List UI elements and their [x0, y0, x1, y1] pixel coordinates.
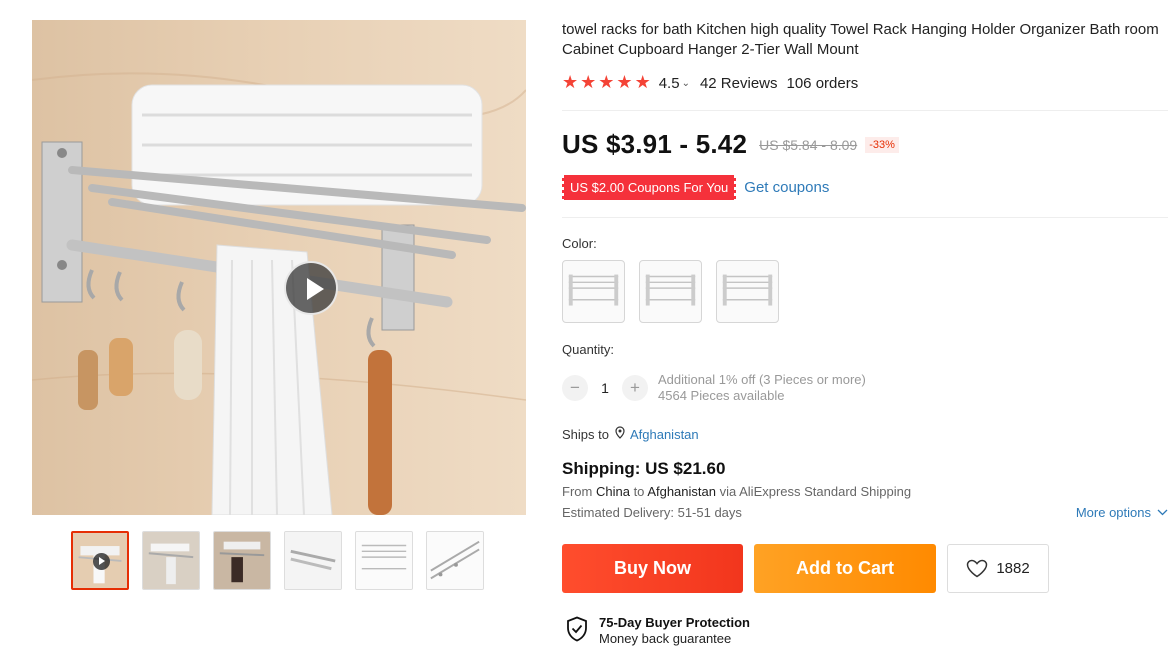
- star-icon: ★: [634, 72, 651, 93]
- star-icon: ★: [562, 72, 579, 93]
- quantity-decrease-button[interactable]: −: [562, 375, 588, 401]
- more-options-label[interactable]: More options: [1076, 505, 1151, 520]
- orders-count: 106 orders: [786, 74, 859, 92]
- heart-icon: [967, 559, 988, 578]
- shield-check-icon: [566, 616, 588, 647]
- ships-to-label: Ships to: [562, 426, 609, 442]
- color-option-2[interactable]: [639, 260, 702, 323]
- thumbnail-1[interactable]: [71, 531, 129, 590]
- quantity-label: Quantity:: [562, 342, 615, 357]
- shipping-method: via AliExpress Standard Shipping: [719, 484, 912, 499]
- thumbnail-strip: [71, 531, 491, 591]
- ships-to-row: Ships to Afghanistan: [562, 426, 699, 442]
- rating-row: ★ ★ ★ ★ ★ 4.5 ⌄ 42 Reviews 106 orders: [562, 73, 858, 93]
- buyer-protection: 75-Day Buyer Protection Money back guara…: [566, 615, 750, 647]
- discount-badge: -33%: [865, 136, 899, 153]
- coupon-badge[interactable]: US $2.00 Coupons For You: [560, 175, 738, 200]
- star-icon: ★: [598, 72, 615, 93]
- current-price: US $3.91 - 5.42: [562, 129, 748, 159]
- add-to-cart-button[interactable]: Add to Cart: [754, 544, 936, 593]
- thumbnail-4[interactable]: [284, 531, 342, 590]
- wishlist-button[interactable]: 1882: [947, 544, 1049, 593]
- chevron-down-icon[interactable]: ⌄: [682, 78, 690, 89]
- coupon-row: US $2.00 Coupons For You Get coupons: [560, 175, 829, 200]
- thumbnail-2[interactable]: [142, 531, 200, 590]
- shipping-cost: Shipping: US $21.60: [562, 459, 726, 478]
- chevron-down-icon[interactable]: [1157, 507, 1168, 519]
- quantity-note: Additional 1% off (3 Pieces or more) 456…: [658, 372, 866, 404]
- main-product-image[interactable]: [32, 20, 526, 515]
- divider: [562, 110, 1168, 111]
- quantity-increase-button[interactable]: +: [622, 375, 648, 401]
- quantity-input[interactable]: 1: [588, 380, 622, 396]
- to-prefix: to: [633, 484, 645, 499]
- protection-title: 75-Day Buyer Protection: [599, 615, 750, 630]
- ships-to-country[interactable]: Afghanistan: [630, 427, 699, 442]
- thumbnail-5[interactable]: [355, 531, 413, 590]
- product-title: towel racks for bath Kitchen high qualit…: [562, 21, 1159, 58]
- play-video-button[interactable]: [284, 261, 338, 315]
- thumbnail-6[interactable]: [426, 531, 484, 590]
- get-coupons-link[interactable]: Get coupons: [744, 179, 829, 196]
- reviews-link[interactable]: 42 Reviews: [700, 75, 778, 92]
- shipping-route: From China to Afghanistan via AliExpress…: [562, 484, 911, 499]
- color-option-1[interactable]: [562, 260, 625, 323]
- from-prefix: From: [562, 484, 593, 499]
- quantity-available: 4564 Pieces available: [658, 388, 785, 403]
- rating-value[interactable]: 4.5: [659, 75, 680, 92]
- thumbnail-play-icon: [93, 553, 110, 570]
- origin-country: China: [595, 484, 630, 499]
- quantity-offer: Additional 1% off (3 Pieces or more): [658, 372, 866, 387]
- original-price: US $5.84 - 8.09: [759, 136, 858, 153]
- divider: [562, 217, 1168, 218]
- color-option-3[interactable]: [716, 260, 779, 323]
- price-row: US $3.91 - 5.42 US $5.84 - 8.09 -33%: [562, 129, 899, 160]
- destination-country: Afghanistan: [647, 484, 716, 499]
- star-icon: ★: [580, 72, 597, 93]
- quantity-stepper: − 1 + Additional 1% off (3 Pieces or mor…: [562, 372, 866, 404]
- thumbnail-3[interactable]: [213, 531, 271, 590]
- estimated-delivery: Estimated Delivery: 51-51 days: [562, 505, 742, 520]
- wishlist-count: 1882: [996, 560, 1030, 577]
- protection-subtitle: Money back guarantee: [599, 631, 732, 646]
- more-options-link[interactable]: More options: [1076, 505, 1168, 520]
- star-rating: ★ ★ ★ ★ ★: [562, 74, 651, 92]
- color-label: Color:: [562, 236, 597, 251]
- location-pin-icon: [615, 426, 625, 442]
- star-icon: ★: [616, 72, 633, 93]
- buy-now-button[interactable]: Buy Now: [562, 544, 743, 593]
